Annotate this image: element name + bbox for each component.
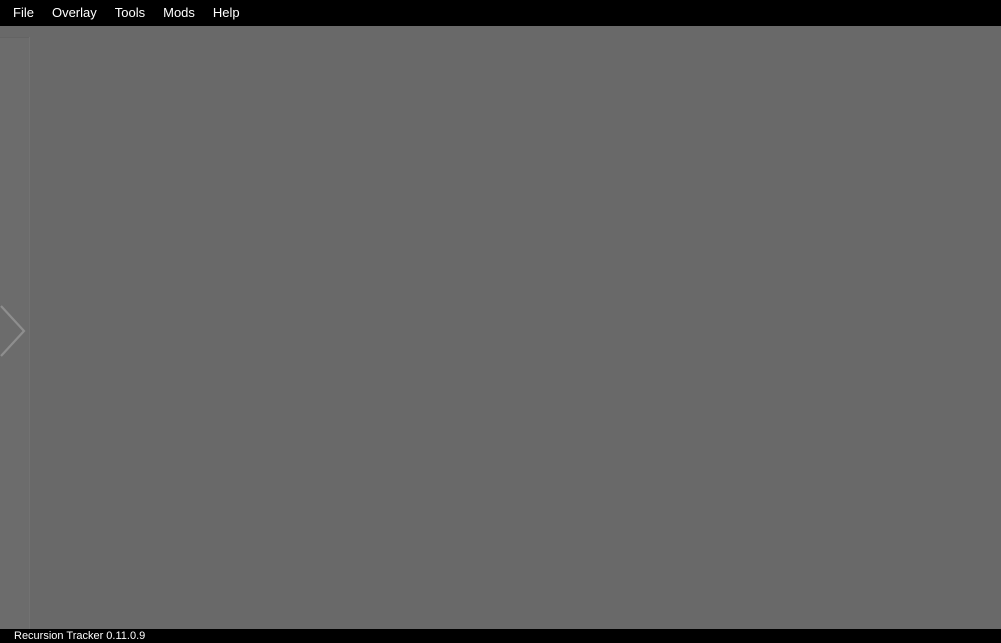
- status-bar: Recursion Tracker 0.11.0.9: [0, 629, 1001, 643]
- expand-panel-button[interactable]: [0, 304, 26, 358]
- menu-file[interactable]: File: [0, 3, 43, 23]
- menu-bar: File Overlay Tools Mods Help: [0, 0, 1001, 26]
- menu-tools[interactable]: Tools: [106, 3, 154, 23]
- menu-mods[interactable]: Mods: [154, 3, 204, 23]
- app-window: File Overlay Tools Mods Help Recursion T…: [0, 0, 1001, 643]
- menu-help[interactable]: Help: [204, 3, 249, 23]
- main-canvas: [0, 26, 1001, 629]
- status-text: Recursion Tracker 0.11.0.9: [14, 630, 146, 642]
- chevron-right-icon: [0, 304, 26, 358]
- menu-overlay[interactable]: Overlay: [43, 3, 106, 23]
